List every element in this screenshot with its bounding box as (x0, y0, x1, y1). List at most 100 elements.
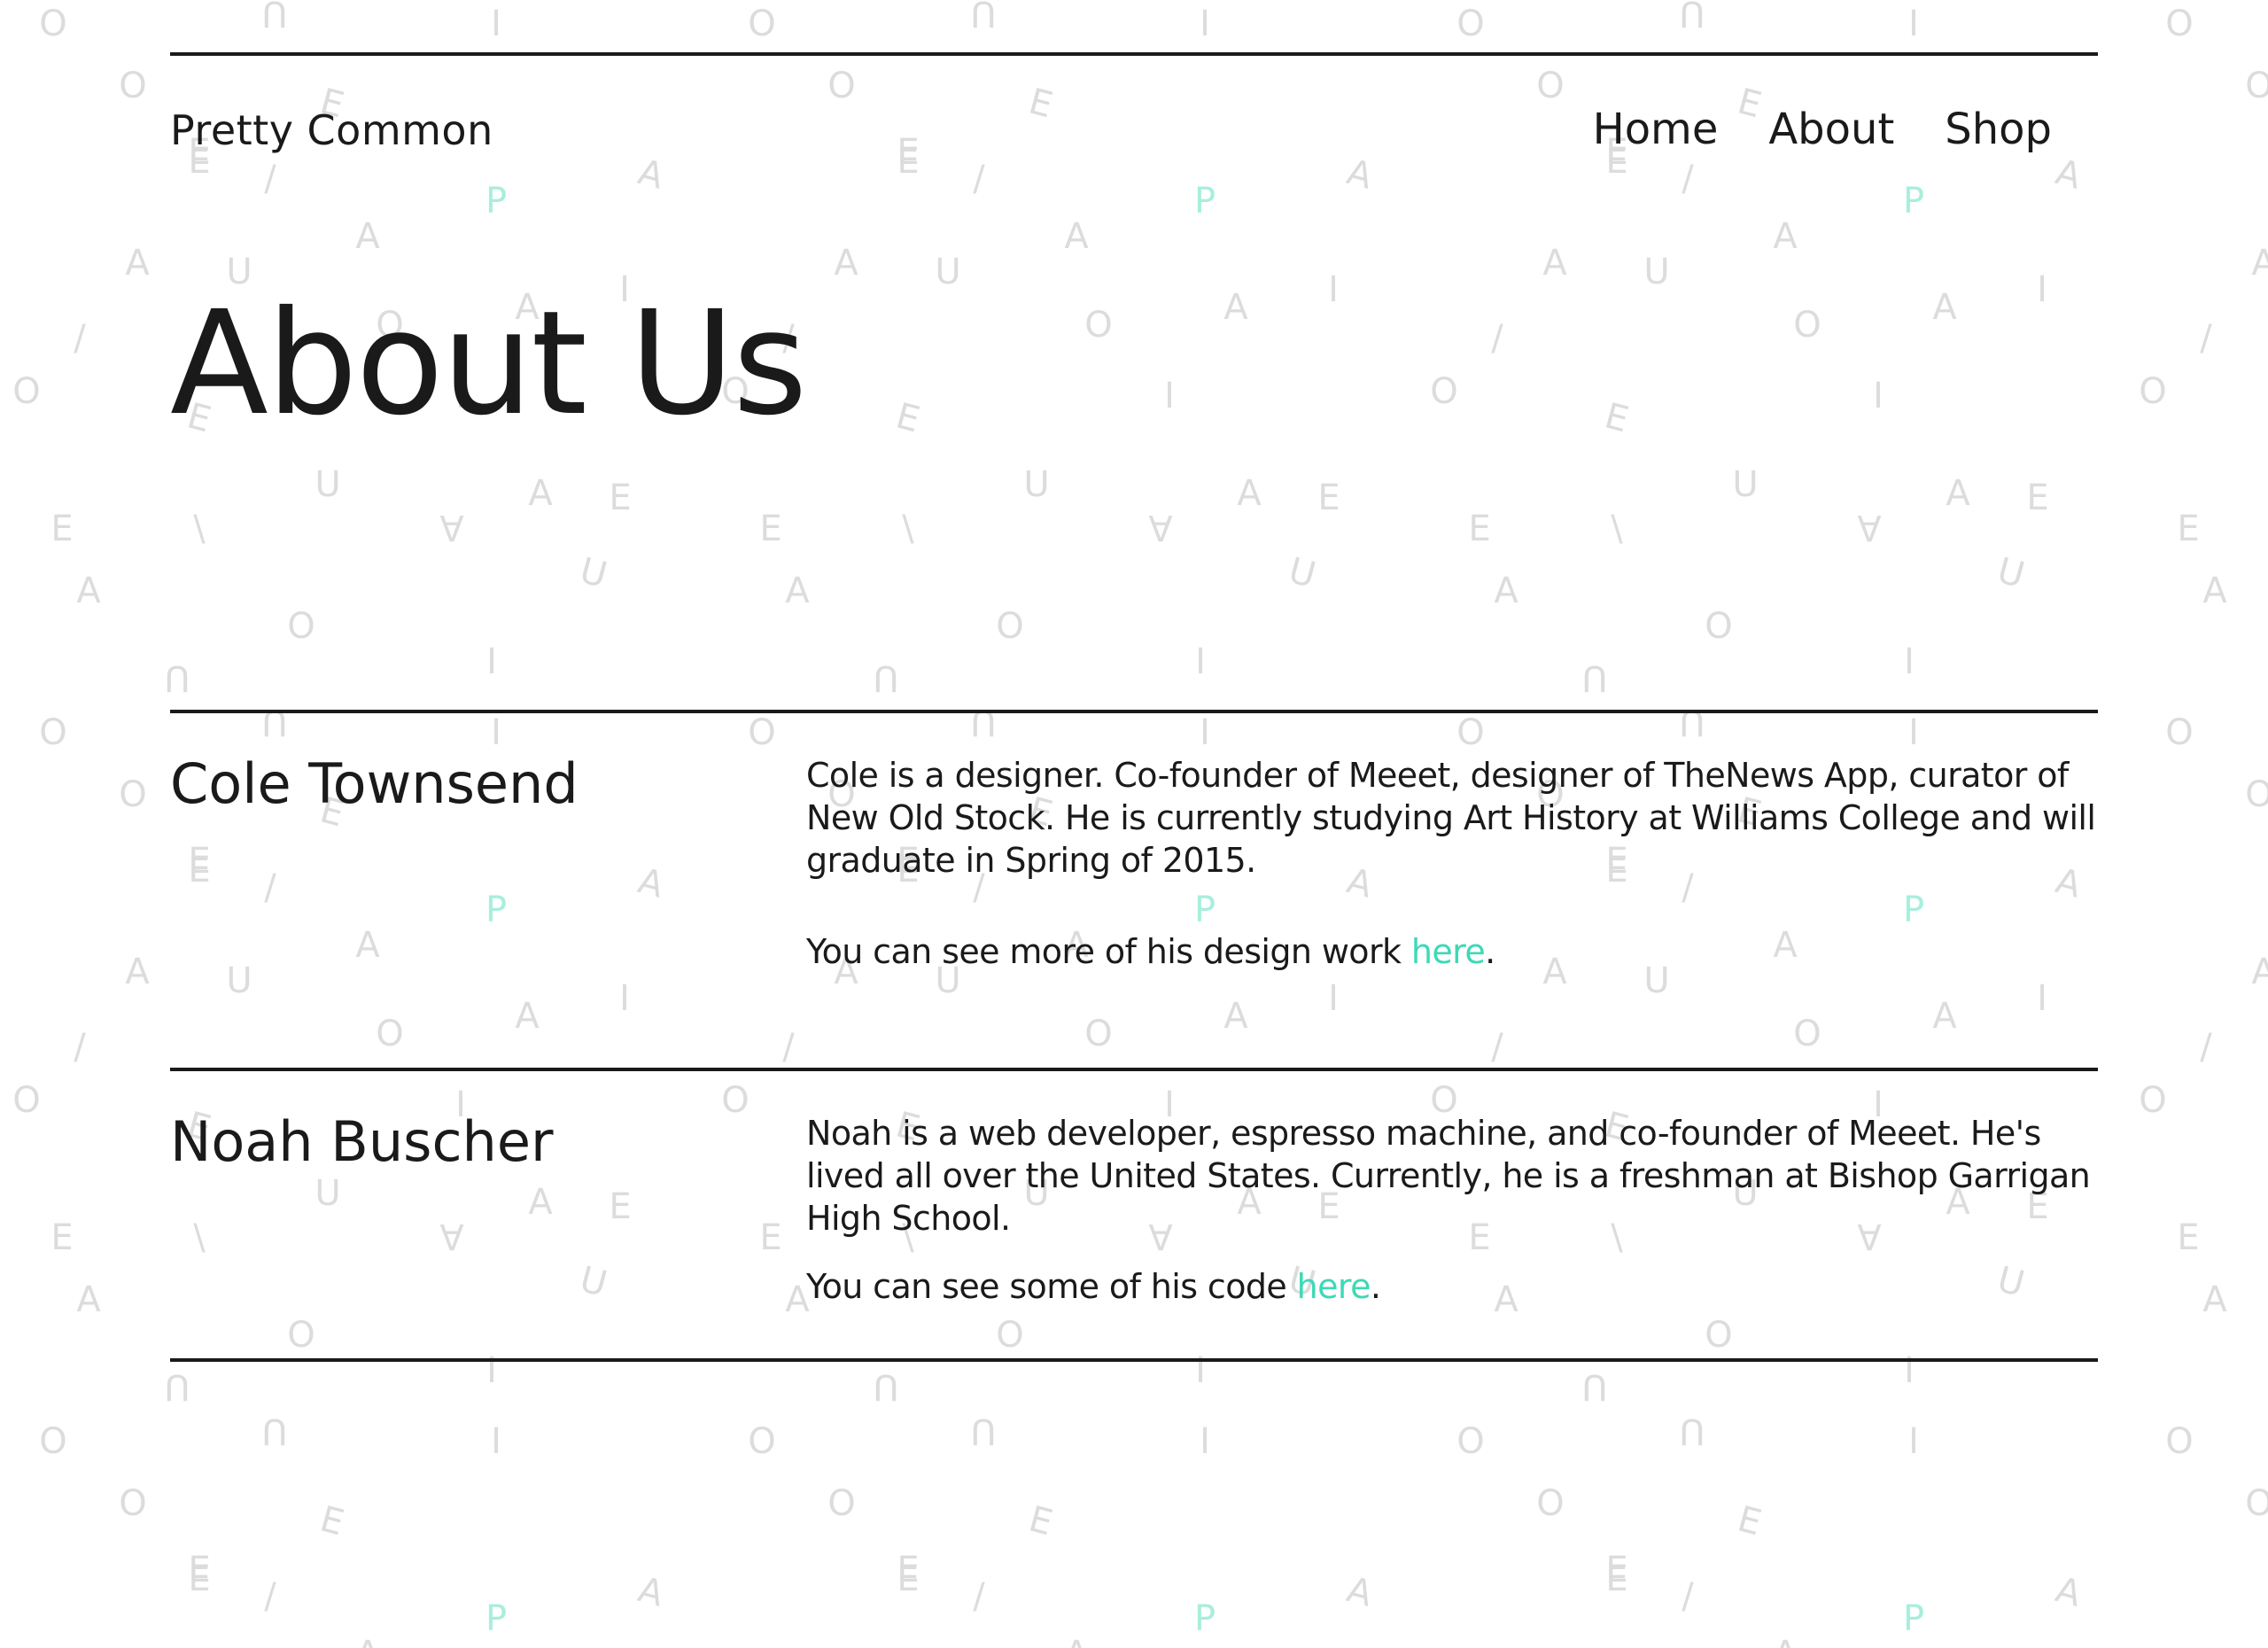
pattern-letter: E (1605, 1550, 1627, 1590)
pattern-letter: E (892, 395, 924, 440)
more-paragraph: You can see more of his design work here… (806, 930, 2101, 973)
pattern-letter: E (759, 509, 781, 549)
pattern-letter: I (619, 978, 630, 1019)
nav-home[interactable]: Home (1593, 105, 1719, 154)
more-paragraph: You can see some of his code here. (806, 1265, 2101, 1308)
pattern-letter: O (1536, 1483, 1564, 1524)
pattern-letter: E (316, 1498, 348, 1543)
pattern-letter: E (188, 1559, 210, 1599)
pattern-letter: O (2165, 712, 2193, 753)
person-bio: Cole is a designer. Co-founder of Meeet,… (806, 754, 2101, 973)
pattern-letter: U (1993, 550, 2029, 596)
pattern-letter: O (1705, 1315, 1732, 1356)
person-name: Noah Buscher (170, 1109, 554, 1174)
pattern-letter: U (1023, 464, 1049, 505)
pattern-letter: I (1195, 641, 1206, 682)
pattern-letter: / (264, 1576, 276, 1617)
pattern-letter: U (576, 1259, 611, 1305)
pattern-letter: A (355, 925, 380, 966)
pattern-letter: U (226, 960, 252, 1001)
pattern-letter: O (287, 606, 315, 647)
pattern-letter: U (1679, 1411, 1705, 1451)
pattern-letter: / (782, 1027, 795, 1068)
pattern-letter: / (2200, 318, 2212, 359)
pattern-letter: U (261, 702, 287, 742)
pattern-letter: O (996, 1315, 1023, 1356)
pattern-letter: O (1430, 371, 1457, 412)
pattern-letter: / (74, 318, 86, 359)
pattern-letter: U (164, 1366, 190, 1407)
pattern-letter: O (1793, 1014, 1821, 1054)
pattern-letter: O (1084, 305, 1112, 346)
pattern-letter: O (12, 371, 40, 412)
pattern-letter: A (1932, 287, 1957, 328)
pattern-letter: O (748, 1421, 775, 1462)
pattern-letter: E (188, 1550, 210, 1590)
pattern-letter: A (1064, 1634, 1089, 1648)
pattern-letter: A (1223, 996, 1248, 1037)
pattern-letter: A (439, 1216, 464, 1256)
page-title: About Us (170, 281, 807, 447)
nav-about[interactable]: About (1768, 105, 1894, 154)
pattern-letter: P (1194, 1598, 1216, 1639)
pattern-letter: A (1932, 996, 1957, 1037)
code-link[interactable]: here (1297, 1267, 1371, 1306)
person-name: Cole Townsend (170, 751, 579, 816)
pattern-letter: A (1223, 287, 1248, 328)
pattern-letter: I (1195, 1350, 1206, 1391)
pattern-letter: A (1857, 507, 1882, 548)
pattern-letter: E (1317, 478, 1340, 518)
pattern-letter: / (264, 867, 276, 908)
pattern-letter: U (576, 550, 611, 596)
pattern-letter: O (39, 1421, 66, 1462)
pattern-letter: A (834, 243, 858, 284)
pattern-letter: E (609, 1186, 631, 1227)
pattern-letter: O (1456, 1421, 1484, 1462)
section-divider (170, 1068, 2098, 1071)
pattern-letter: A (1773, 216, 1798, 257)
pattern-letter: U (1679, 702, 1705, 742)
pattern-letter: A (634, 860, 669, 906)
pattern-letter: I (491, 1421, 501, 1462)
pattern-letter: / (973, 1576, 985, 1617)
pattern-letter: E (188, 841, 210, 882)
pattern-letter: U (1732, 464, 1758, 505)
pattern-letter: E (609, 478, 631, 518)
more-text: You can see more of his design work (806, 932, 1411, 971)
pattern-letter: P (485, 890, 507, 930)
pattern-letter: I (2037, 269, 2047, 310)
pattern-letter: A (528, 473, 553, 514)
person-bio: Noah is a web developer, espresso machin… (806, 1112, 2101, 1308)
pattern-letter: I (1904, 641, 1915, 682)
pattern-letter: U (261, 1411, 287, 1451)
pattern-letter: U (1643, 252, 1669, 292)
pattern-letter: O (721, 1080, 749, 1121)
pattern-letter: U (164, 657, 190, 698)
pattern-letter: \ (193, 509, 206, 549)
pattern-letter: A (439, 507, 464, 548)
footer-rule (170, 1358, 2098, 1362)
pattern-letter: A (125, 243, 150, 284)
pattern-letter: I (486, 1350, 497, 1391)
nav-shop[interactable]: Shop (1945, 105, 2052, 154)
pattern-letter: / (1682, 1576, 1694, 1617)
pattern-letter: E (188, 850, 210, 890)
pattern-letter: U (970, 702, 996, 742)
pattern-letter: O (119, 66, 146, 106)
pattern-letter: O (748, 712, 775, 753)
pattern-letter: I (2037, 978, 2047, 1019)
pattern-letter: O (2245, 66, 2268, 106)
logo-link[interactable]: Pretty Common (170, 106, 493, 154)
pattern-letter: U (873, 657, 898, 698)
pattern-letter: E (1025, 1498, 1057, 1543)
pattern-letter: / (2200, 1027, 2212, 1068)
pattern-letter: E (2177, 509, 2199, 549)
pattern-letter: U (1581, 657, 1607, 698)
pattern-letter: A (355, 1634, 380, 1648)
pattern-letter: \ (193, 1217, 206, 1258)
pattern-letter: / (74, 1027, 86, 1068)
pattern-letter: A (1946, 473, 1970, 514)
design-work-link[interactable]: here (1411, 932, 1486, 971)
pattern-letter: I (1328, 269, 1339, 310)
main-nav: Home About Shop (1593, 105, 2052, 154)
